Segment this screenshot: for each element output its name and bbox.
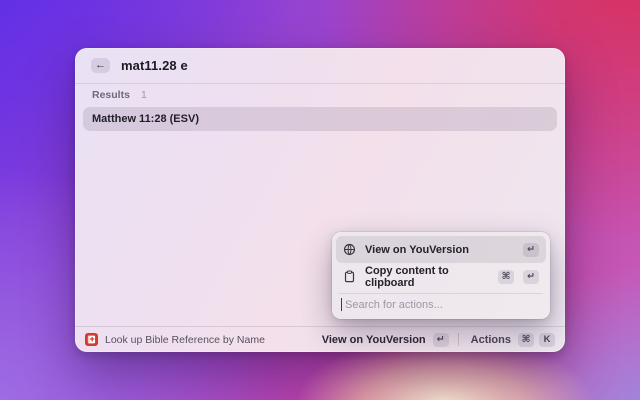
command-key-badge: ⌘	[498, 269, 514, 284]
search-header: ← mat11.28 e	[75, 48, 565, 84]
actions-search-placeholder: Search for actions...	[345, 298, 443, 311]
action-label: View on YouVersion	[365, 243, 469, 256]
results-count: 1	[140, 89, 147, 101]
return-key-badge: ↵	[523, 269, 539, 284]
return-key-badge: ↵	[432, 332, 449, 347]
command-key-badge: ⌘	[518, 332, 534, 347]
globe-icon	[343, 243, 356, 256]
status-bar-left: Look up Bible Reference by Name	[85, 333, 265, 346]
actions-panel: View on YouVersion ↵ Copy content to cli…	[332, 232, 550, 319]
results-section-label: Results	[92, 89, 130, 101]
clipboard-icon	[344, 270, 355, 283]
return-key-badge: ↵	[523, 242, 539, 257]
desktop-background: ← mat11.28 e Results 1 Matthew 11:28 (ES…	[0, 0, 640, 400]
action-label: Copy content to clipboard	[365, 264, 449, 289]
actions-search-input[interactable]: Search for actions...	[336, 294, 546, 315]
back-arrow-icon: ←	[95, 59, 106, 71]
action-item-copy-content[interactable]: Copy content to clipboard ⌘ ↵	[336, 263, 546, 290]
actions-button[interactable]: Actions	[471, 334, 511, 346]
result-item[interactable]: Matthew 11:28 (ESV)	[83, 107, 557, 131]
status-bar-divider	[457, 333, 459, 346]
primary-action-label[interactable]: View on YouVersion	[322, 334, 426, 346]
command-name: Look up Bible Reference by Name	[105, 333, 265, 346]
status-bar-right: View on YouVersion ↵ Actions ⌘ K	[322, 332, 555, 347]
result-title: Matthew 11:28 (ESV)	[92, 113, 199, 125]
search-input[interactable]: mat11.28 e	[121, 58, 188, 73]
back-button[interactable]: ←	[91, 58, 110, 73]
status-bar: Look up Bible Reference by Name View on …	[75, 326, 565, 352]
action-item-view-on-youversion[interactable]: View on YouVersion ↵	[336, 236, 546, 263]
results-section-header: Results 1	[92, 89, 147, 101]
bible-app-icon	[85, 333, 98, 346]
k-key-badge: K	[539, 332, 555, 347]
text-cursor	[341, 298, 342, 311]
